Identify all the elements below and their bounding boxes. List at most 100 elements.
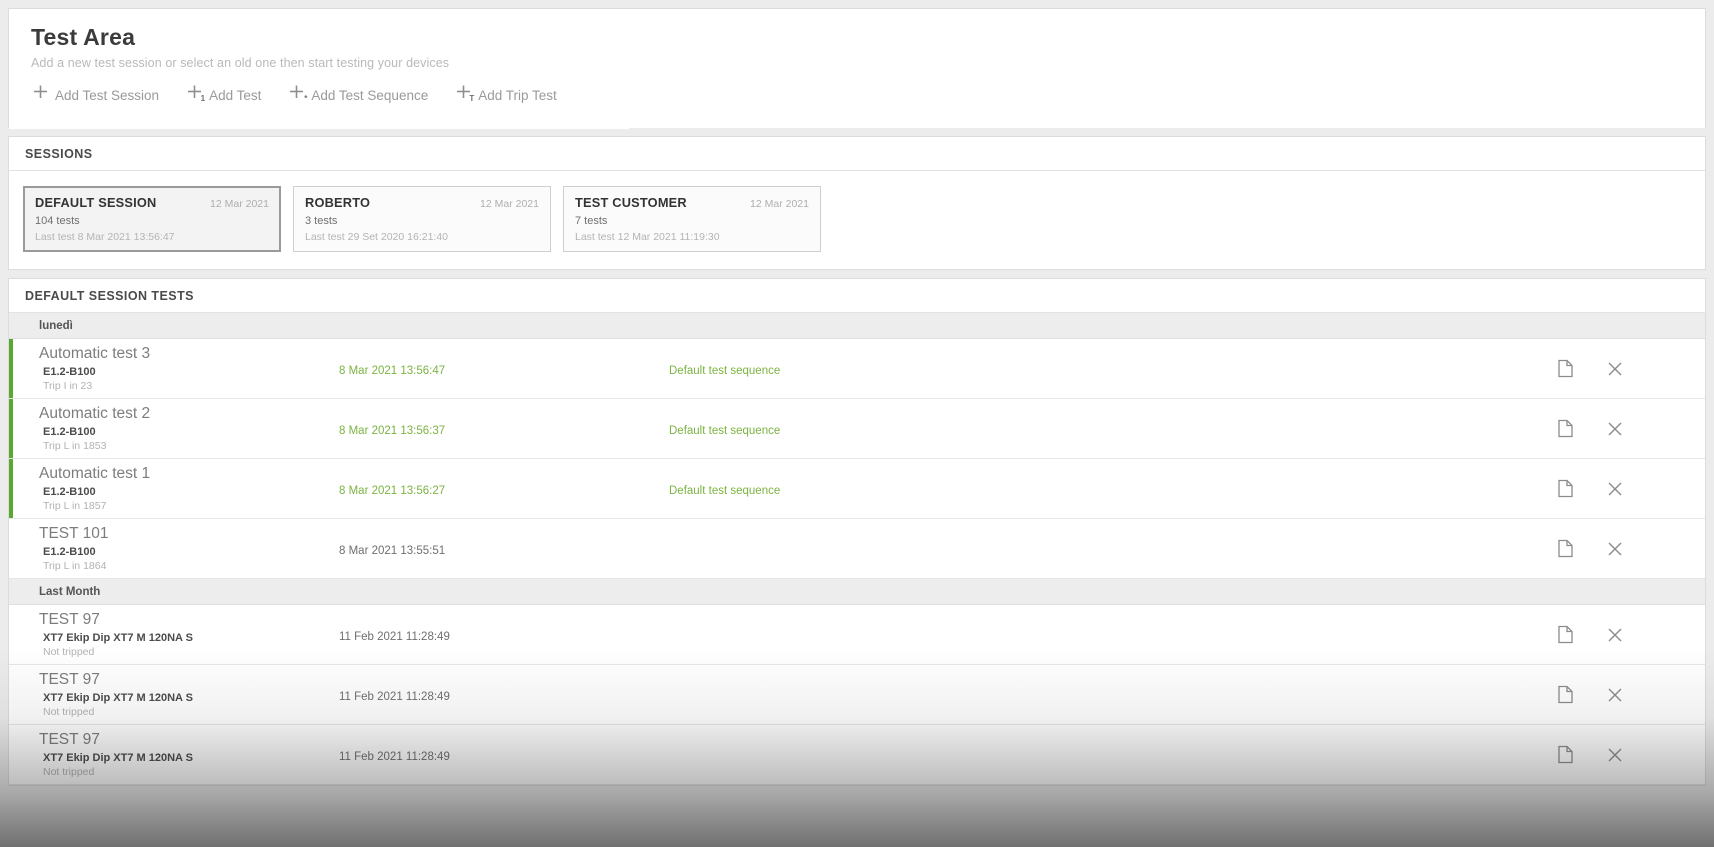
session-name: TEST CUSTOMER: [575, 195, 687, 210]
test-title: TEST 101: [39, 525, 339, 543]
test-sequence: [669, 633, 1555, 637]
page-header: Test Area Add a new test session or sele…: [8, 8, 1706, 128]
plus-star-icon: *: [287, 83, 306, 102]
test-row-actions: [1555, 419, 1705, 439]
test-name-cell: Automatic test 1E1.2-B100Trip L in 1857: [9, 465, 339, 512]
sessions-list: DEFAULT SESSION12 Mar 2021 104 tests Last …: [9, 171, 1705, 269]
session-card[interactable]: ROBERTO12 Mar 20213 testsLast test 29 Se…: [293, 186, 551, 252]
test-row[interactable]: Automatic test 1E1.2-B100Trip L in 18578…: [9, 459, 1705, 519]
plus-one-icon: 1: [185, 83, 204, 102]
delete-test-button[interactable]: [1605, 359, 1625, 379]
test-group-header: lunedì: [9, 313, 1705, 339]
test-group-header: Last Month: [9, 579, 1705, 605]
test-sequence: Default test sequence: [669, 421, 1555, 437]
sessions-panel-header: SESSIONS: [9, 137, 1705, 171]
document-icon: [1557, 359, 1574, 378]
session-date: 12 Mar 2021: [750, 198, 809, 210]
toolbar-button-add-trip-test[interactable]: TAdd Trip Test: [454, 83, 557, 104]
test-sequence: Default test sequence: [669, 481, 1555, 497]
delete-test-button[interactable]: [1605, 479, 1625, 499]
test-title: TEST 97: [39, 671, 339, 689]
session-card-top: TEST CUSTOMER 12 Mar 2021: [575, 195, 809, 210]
test-row[interactable]: TEST 97XT7 Ekip Dip XT7 M 120NA SNot tri…: [9, 665, 1705, 725]
session-date: 12 Mar 2021: [210, 198, 269, 210]
view-report-button[interactable]: [1555, 745, 1575, 765]
test-name-cell: TEST 97XT7 Ekip Dip XT7 M 120NA SNot tri…: [9, 731, 339, 778]
test-title: TEST 97: [39, 731, 339, 749]
icon-subscript: *: [304, 95, 307, 103]
page-subtitle: Add a new test session or select an old …: [31, 56, 1683, 70]
test-row-actions: [1555, 479, 1705, 499]
icon-subscript: 1: [201, 95, 205, 103]
document-icon: [1557, 479, 1574, 498]
delete-test-button[interactable]: [1605, 539, 1625, 559]
delete-test-button[interactable]: [1605, 625, 1625, 645]
test-sequence: [669, 693, 1555, 697]
test-name-cell: Automatic test 3E1.2-B100Trip I in 23: [9, 345, 339, 392]
test-row-actions: [1555, 625, 1705, 645]
test-row[interactable]: TEST 101E1.2-B100Trip L in 18648 Mar 202…: [9, 519, 1705, 579]
test-sequence: Default test sequence: [669, 361, 1555, 377]
close-icon: [1607, 541, 1623, 557]
test-row-actions: [1555, 359, 1705, 379]
view-report-button[interactable]: [1555, 625, 1575, 645]
test-device: E1.2-B100: [39, 486, 339, 498]
test-timestamp: 11 Feb 2021 11:28:49: [339, 627, 669, 643]
test-row[interactable]: TEST 97XT7 Ekip Dip XT7 M 120NA SNot tri…: [9, 725, 1705, 785]
tests-list: lunedìAutomatic test 3E1.2-B100Trip I in…: [9, 313, 1705, 785]
session-card[interactable]: DEFAULT SESSION12 Mar 2021 104 tests Last …: [23, 186, 281, 252]
toolbar-button-label: Add Test Sequence: [311, 89, 428, 103]
tests-panel: DEFAULT SESSION TESTS lunedìAutomatic te…: [8, 278, 1706, 786]
icon-subscript: T: [469, 95, 474, 103]
close-icon: [1607, 481, 1623, 497]
session-last-test: Last test 12 Mar 2021 11:19:30: [575, 231, 809, 243]
test-device: XT7 Ekip Dip XT7 M 120NA S: [39, 752, 339, 764]
toolbar: Add Test Session 1 Add Test * Add Test Seque…: [31, 83, 1683, 104]
session-test-count: 3 tests: [305, 215, 539, 227]
toolbar-button-add-test-sequence[interactable]: * Add Test Sequence: [287, 83, 428, 104]
close-icon: [1607, 687, 1623, 703]
plus-icon: [31, 83, 50, 102]
test-title: Automatic test 2: [39, 405, 339, 423]
sessions-panel: SESSIONS DEFAULT SESSION12 Mar 2021 104 t…: [8, 136, 1706, 270]
test-row-actions: [1555, 745, 1705, 765]
session-name: ROBERTO: [305, 195, 370, 210]
session-date: 12 Mar 2021: [480, 198, 539, 210]
view-report-button[interactable]: [1555, 419, 1575, 439]
toolbar-button-label: Add Test: [209, 89, 261, 103]
test-sequence: [669, 753, 1555, 757]
test-row[interactable]: TEST 97XT7 Ekip Dip XT7 M 120NA SNot tri…: [9, 605, 1705, 665]
test-device: XT7 Ekip Dip XT7 M 120NA S: [39, 632, 339, 644]
test-row-actions: [1555, 685, 1705, 705]
delete-test-button[interactable]: [1605, 419, 1625, 439]
test-sequence: [669, 547, 1555, 551]
view-report-button[interactable]: [1555, 479, 1575, 499]
session-card[interactable]: TEST CUSTOMER12 Mar 20217 testsLast test…: [563, 186, 821, 252]
session-last-test: Last test 8 Mar 2021 13:56:47: [35, 231, 269, 243]
test-area-page: Test Area Add a new test session or sele…: [0, 0, 1714, 847]
test-trip-info: Trip L in 1864: [39, 560, 339, 572]
close-icon: [1607, 627, 1623, 643]
toolbar-button-add-test-session[interactable]: Add Test Session: [31, 83, 159, 104]
test-name-cell: TEST 101E1.2-B100Trip L in 1864: [9, 525, 339, 572]
plus-t-icon: T: [454, 83, 473, 102]
test-row-actions: [1555, 539, 1705, 559]
delete-test-button[interactable]: [1605, 745, 1625, 765]
test-device: E1.2-B100: [39, 366, 339, 378]
test-trip-info: Not tripped: [39, 706, 339, 718]
document-icon: [1557, 685, 1574, 704]
view-report-button[interactable]: [1555, 685, 1575, 705]
test-timestamp: 11 Feb 2021 11:28:49: [339, 687, 669, 703]
toolbar-button-add-test[interactable]: 1 Add Test: [185, 83, 261, 104]
view-report-button[interactable]: [1555, 539, 1575, 559]
session-card-top: DEFAULT SESSION12 Mar 2021: [35, 195, 269, 210]
delete-test-button[interactable]: [1605, 685, 1625, 705]
session-test-count: 104 tests: [35, 215, 269, 227]
test-row[interactable]: Automatic test 3E1.2-B100Trip I in 238 M…: [9, 339, 1705, 399]
test-row[interactable]: Automatic test 2E1.2-B100Trip L in 18538…: [9, 399, 1705, 459]
view-report-button[interactable]: [1555, 359, 1575, 379]
test-status-bar: [9, 399, 13, 458]
test-status-bar: [9, 725, 13, 784]
toolbar-button-label: Add Test Session: [55, 89, 159, 103]
test-status-bar: [9, 519, 13, 578]
